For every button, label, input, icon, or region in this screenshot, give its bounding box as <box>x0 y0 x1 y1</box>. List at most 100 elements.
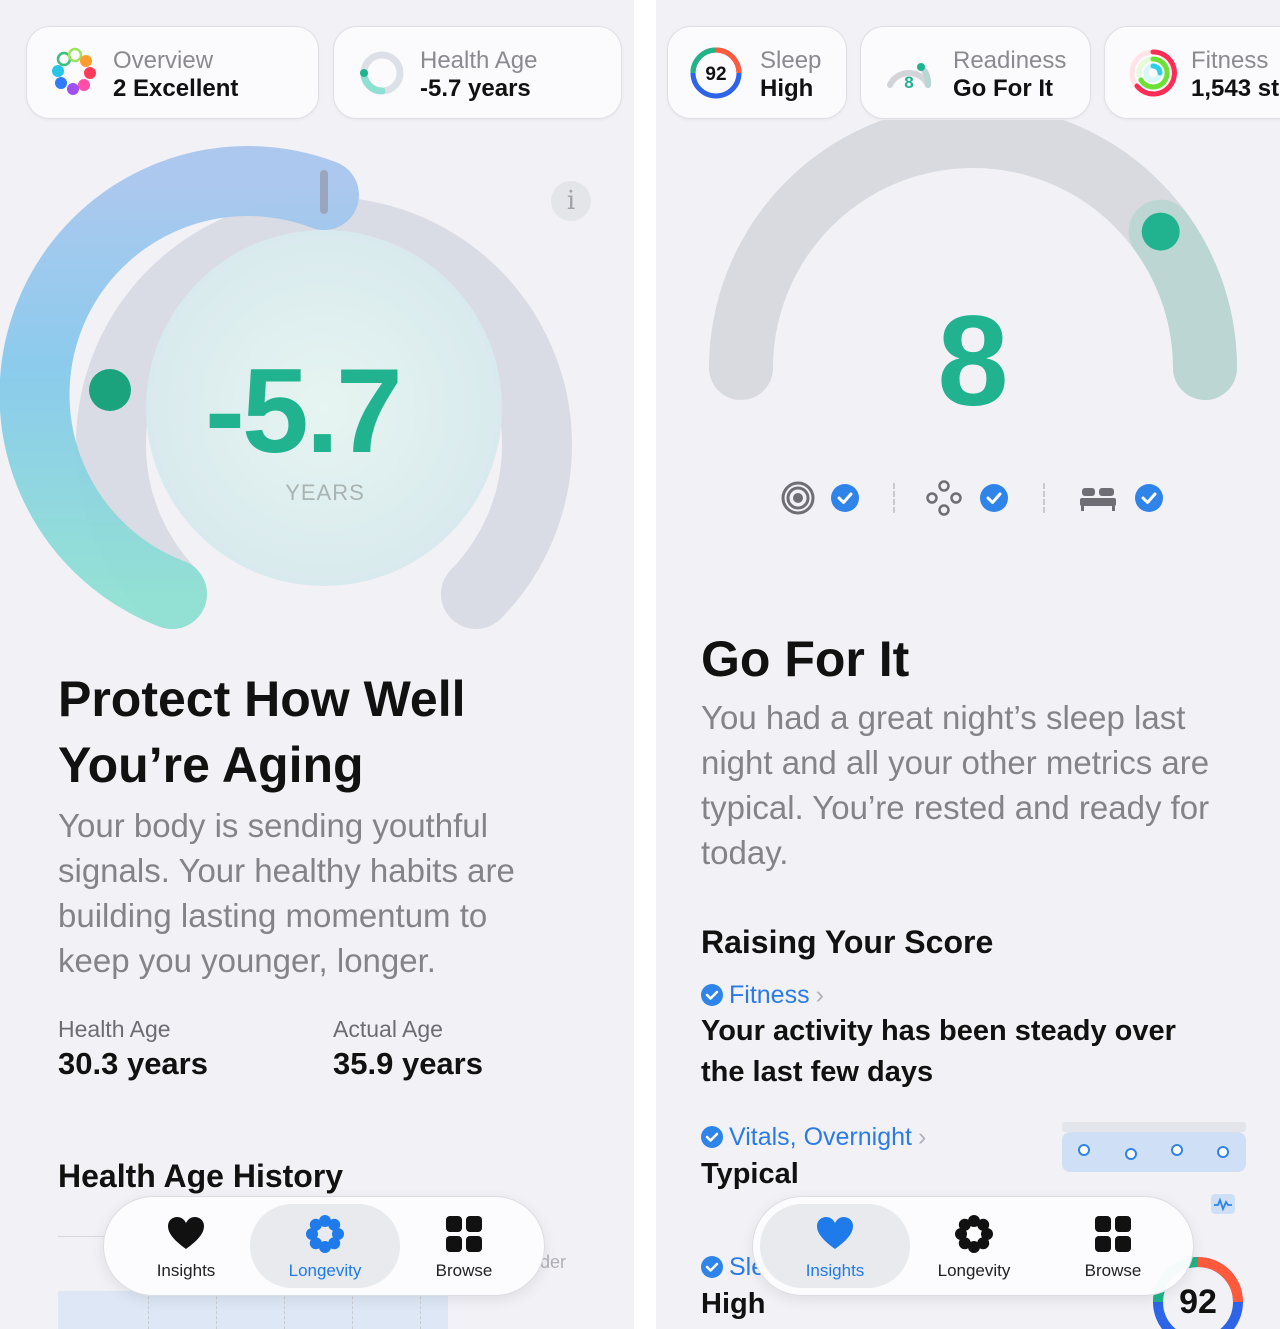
vitals-link[interactable]: Vitals, Overnight › <box>701 1123 926 1152</box>
flower-icon <box>955 1215 993 1253</box>
heart-icon <box>168 1217 204 1249</box>
heart-icon <box>817 1217 853 1249</box>
chevron-right-icon: › <box>917 1123 927 1151</box>
sleep-score-number: 92 <box>1179 1283 1217 1321</box>
insight-line: Your activity has been steady over <box>701 1015 1176 1047</box>
metric-status-row <box>780 478 1170 522</box>
summary-line: today. <box>701 834 789 871</box>
tab-insights[interactable]: Insights <box>760 1204 910 1288</box>
divider <box>1043 483 1045 513</box>
tab-bar: Insights Longevity Browse <box>103 1196 545 1296</box>
chip-value: -5.7 years <box>420 75 531 102</box>
overview-flower-icon <box>52 47 96 95</box>
chip-label: Overview <box>113 47 214 74</box>
vitals-cluster-icon <box>926 480 962 516</box>
summary-line: keep you younger, longer. <box>58 942 436 979</box>
headline-line: Protect How Well <box>58 671 466 727</box>
grid-icon <box>1095 1216 1131 1252</box>
vitals-chart-track <box>1062 1122 1246 1132</box>
readiness-chip[interactable]: 8 Readiness Go For It <box>860 26 1091 119</box>
fitness-link[interactable]: Fitness › <box>701 981 824 1010</box>
summary-line: night and all your other metrics are <box>701 744 1210 781</box>
tab-longevity[interactable]: Longevity <box>899 1204 1049 1288</box>
readiness-badge-number: 8 <box>904 73 913 92</box>
history-chart-area <box>58 1291 448 1329</box>
tab-label: Insights <box>156 1261 216 1280</box>
longevity-screen: Overview 2 Excellent Health Age -5.7 yea… <box>0 0 634 1329</box>
readiness-summary: You had a great night’s sleep last night… <box>701 695 1209 875</box>
fitness-insight: Your activity has been steady over the l… <box>701 1011 1176 1093</box>
summary-line: Your body is sending youthful <box>58 807 488 844</box>
summary-line: typical. You’re rested and ready for <box>701 789 1210 826</box>
vitals-point <box>1125 1148 1137 1160</box>
page-headline: Protect How Well You’re Aging <box>58 666 465 798</box>
tab-label: Longevity <box>937 1261 1011 1280</box>
vitals-point <box>1078 1144 1090 1156</box>
fitness-chip[interactable]: Fitness 1,543 st <box>1104 26 1280 119</box>
readiness-headline: Go For It <box>701 631 910 687</box>
sleep-insight: High <box>701 1288 766 1320</box>
chip-label: Fitness <box>1191 47 1269 74</box>
tab-longevity[interactable]: Longevity <box>250 1204 400 1288</box>
sleep-badge-number: 92 <box>705 64 726 85</box>
vitals-point <box>1217 1146 1229 1158</box>
info-icon[interactable]: i <box>551 181 591 221</box>
headline-line: You’re Aging <box>58 737 364 793</box>
check-icon <box>831 484 859 512</box>
chip-label: Readiness <box>953 47 1067 74</box>
tab-insights[interactable]: Insights <box>111 1204 261 1288</box>
chevron-right-icon: › <box>815 981 824 1009</box>
flower-icon <box>306 1215 344 1253</box>
tab-bar: Insights Longevity Browse <box>752 1196 1194 1296</box>
chip-label: Sleep <box>760 47 822 74</box>
chip-value: 2 Excellent <box>113 75 239 102</box>
tab-label: Browse <box>435 1261 493 1280</box>
vitals-chart-band <box>1062 1132 1246 1172</box>
link-label: Vitals, Overnight <box>729 1123 912 1151</box>
health-age-chip[interactable]: Health Age -5.7 years <box>333 26 622 119</box>
insight-line: the last few days <box>701 1056 934 1088</box>
readiness-screen: 92 Sleep High 8 Readiness Go For It Fitn… <box>656 0 1280 1329</box>
chip-label: Health Age <box>420 47 538 74</box>
actual-age-label: Actual Age <box>333 1016 443 1042</box>
bed-icon <box>1080 488 1116 511</box>
breathing-target-icon <box>781 481 815 515</box>
chip-value: Go For It <box>953 75 1053 102</box>
summary-line: building lasting momentum to <box>58 897 488 934</box>
divider <box>893 483 895 513</box>
tab-label: Insights <box>805 1261 865 1280</box>
health-age-years: 30.3 years <box>58 1046 208 1081</box>
tab-browse[interactable]: Browse <box>1038 1204 1188 1288</box>
check-icon <box>701 1126 723 1148</box>
grid-icon <box>446 1216 482 1252</box>
chip-value: High <box>760 75 814 102</box>
tab-browse[interactable]: Browse <box>389 1204 539 1288</box>
chip-value: 1,543 st <box>1191 75 1280 102</box>
gauge-unit-label: YEARS <box>285 480 365 505</box>
sleep-chip[interactable]: 92 Sleep High <box>667 26 847 119</box>
check-icon <box>701 984 723 1006</box>
tab-label: Browse <box>1084 1261 1142 1280</box>
sleep-score-ring-icon: 92 <box>690 47 742 99</box>
section-title: Raising Your Score <box>701 924 994 960</box>
readiness-score: 8 <box>937 290 1009 433</box>
waveform-icon <box>1211 1194 1235 1214</box>
health-age-label: Health Age <box>58 1016 171 1042</box>
check-icon <box>701 1256 723 1278</box>
activity-rings-icon <box>1129 49 1177 97</box>
actual-age-years: 35.9 years <box>333 1046 483 1081</box>
readiness-gauge-icon: 8 <box>887 63 932 92</box>
tab-label: Longevity <box>288 1261 362 1280</box>
vitals-insight: Typical <box>701 1158 799 1190</box>
overview-chip[interactable]: Overview 2 Excellent <box>26 26 319 119</box>
health-age-ring-icon <box>360 51 404 95</box>
vitals-point <box>1171 1144 1183 1156</box>
history-title: Health Age History <box>58 1158 344 1194</box>
summary-line: You had a great night’s sleep last <box>701 699 1186 736</box>
link-label: Fitness <box>729 981 810 1009</box>
check-icon <box>1135 484 1163 512</box>
summary-text: Your body is sending youthful signals. Y… <box>58 803 515 983</box>
health-age-value: -5.7 <box>205 344 403 478</box>
check-icon <box>980 484 1008 512</box>
summary-line: signals. Your healthy habits are <box>58 852 515 889</box>
